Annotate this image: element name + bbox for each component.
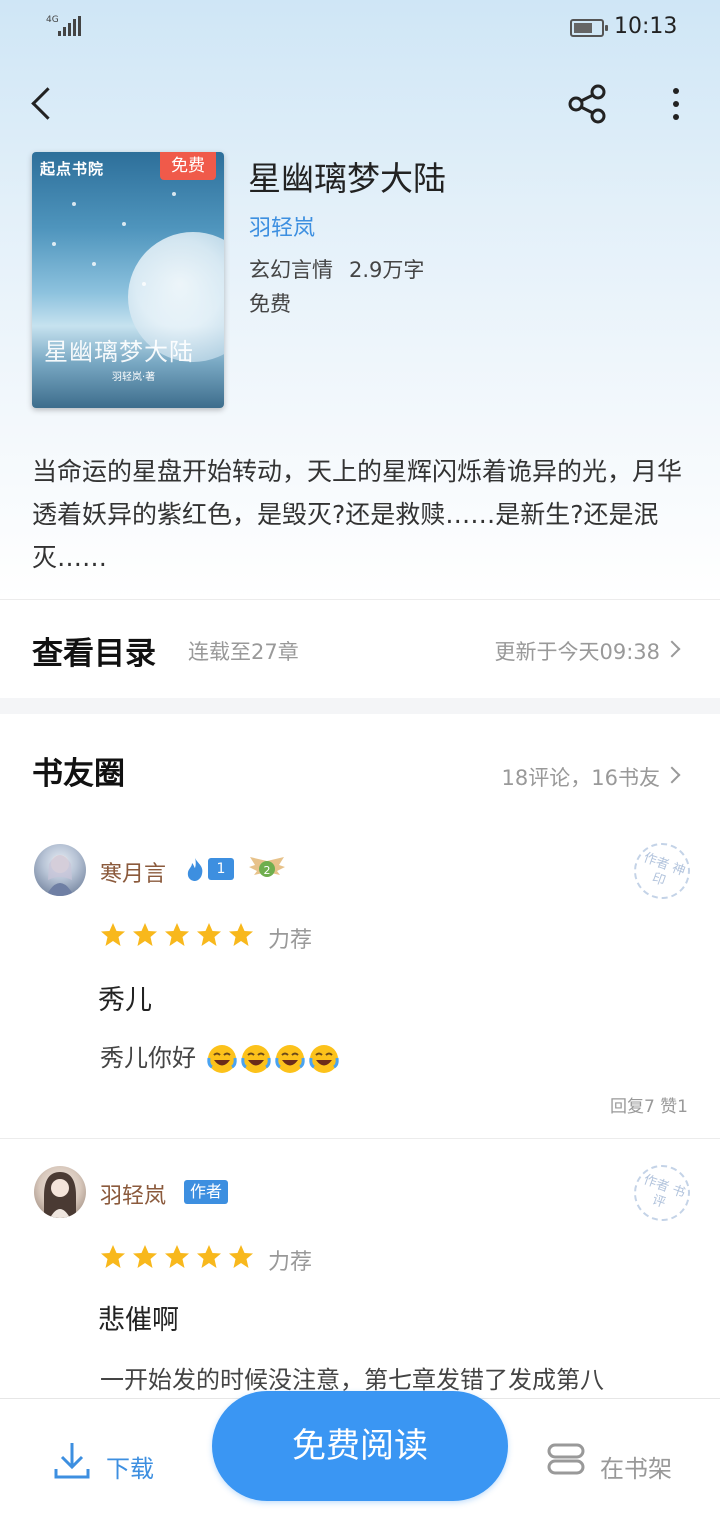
comment-username[interactable]: 羽轻岚	[100, 1178, 166, 1210]
fan-level: 1	[208, 858, 234, 880]
star-icon	[101, 923, 125, 946]
book-title: 星幽璃梦大陆	[248, 159, 446, 198]
star-icon	[229, 1245, 253, 1268]
chevron-right-icon[interactable]	[663, 766, 681, 784]
avatar[interactable]	[34, 1166, 86, 1218]
toc-updated: 更新于今天09:38	[494, 640, 660, 664]
book-meta: 玄幻言情 2.9万字	[249, 254, 440, 284]
laughing-emoji-icon	[274, 1045, 305, 1073]
cover-title: 星幽璃梦大陆	[44, 338, 194, 366]
book-description[interactable]: 当命运的星盘开始转动，天上的星辉闪烁着诡异的光，月华透着妖异的紫红色，是毁灭?还…	[32, 450, 692, 579]
more-options-button[interactable]	[658, 82, 694, 126]
table-of-contents-row[interactable]: 查看目录 连载至27章 更新于今天09:38	[0, 600, 720, 698]
comment-body[interactable]: 秀儿你好	[100, 1038, 340, 1075]
book-author-link[interactable]: 羽轻岚	[249, 210, 315, 242]
status-bar: 4G 10:13	[0, 0, 720, 56]
star-icon	[197, 923, 221, 946]
laughing-emoji-icon	[240, 1045, 271, 1073]
comment-text: 秀儿你好	[100, 1044, 196, 1072]
cover-author: 羽轻岚·著	[112, 372, 156, 383]
wings-badge-icon: 2	[246, 853, 288, 885]
bookshelf-button[interactable]: 在书架	[546, 1439, 696, 1489]
star-rating	[100, 922, 260, 950]
free-badge: 免费	[160, 152, 216, 180]
star-icon	[101, 1245, 125, 1268]
rating-label: 力荐	[268, 928, 313, 953]
laughing-emoji-icon	[206, 1045, 237, 1073]
avatar[interactable]	[34, 844, 86, 896]
avatar-figure	[46, 855, 74, 896]
star-icon	[165, 923, 189, 946]
circle-summary[interactable]: 18评论，16书友	[502, 762, 660, 792]
author-stamp: 作者 书评	[626, 1157, 698, 1229]
download-label: 下载	[106, 1455, 154, 1483]
share-button[interactable]	[566, 82, 610, 126]
author-stamp: 作者 神印	[626, 835, 698, 907]
author-badge: 作者	[184, 1180, 229, 1204]
fan-level-badge: 1	[182, 856, 236, 882]
book-genre: 玄幻言情	[249, 258, 333, 282]
star-icon	[229, 923, 253, 946]
flame-icon	[187, 858, 203, 881]
comment-title[interactable]: 悲催啊	[98, 1298, 179, 1337]
bookshelf-label: 在书架	[600, 1455, 672, 1483]
chevron-right-icon	[663, 640, 681, 658]
cover-logo: 起点书院	[40, 160, 105, 178]
comment-title[interactable]: 秀儿	[98, 978, 152, 1017]
section-gap	[0, 698, 720, 714]
download-icon	[54, 1443, 90, 1479]
book-cover[interactable]: 起点书院 免费 星幽璃梦大陆 羽轻岚·著	[32, 152, 224, 408]
star-icon	[133, 923, 157, 946]
divider	[0, 1138, 720, 1139]
star-rating	[100, 1244, 260, 1272]
rating-label: 力荐	[268, 1250, 313, 1275]
toc-label: 查看目录	[32, 636, 156, 672]
read-free-button[interactable]: 免费阅读	[212, 1391, 508, 1501]
download-button[interactable]: 下载	[52, 1439, 172, 1489]
battery-icon	[570, 19, 608, 37]
circle-title: 书友圈	[32, 756, 125, 792]
comment-username[interactable]: 寒月言	[100, 856, 166, 888]
clock: 10:13	[614, 14, 678, 39]
star-icon	[133, 1245, 157, 1268]
network-type: 4G	[46, 15, 59, 25]
book-word-count: 2.9万字	[349, 258, 425, 282]
share-icon	[568, 84, 606, 124]
star-icon	[197, 1245, 221, 1268]
bottom-action-bar: 下载 免费阅读 在书架	[0, 1391, 720, 1520]
back-button[interactable]	[22, 80, 66, 128]
avatar-figure	[44, 1172, 76, 1218]
toc-status: 连载至27章	[188, 640, 299, 664]
comment-body[interactable]: 一开始发的时候没注意，第七章发错了发成第八	[100, 1360, 690, 1395]
star-icon	[165, 1245, 189, 1268]
wings-level: 2	[264, 864, 271, 877]
book-price: 免费	[249, 292, 291, 316]
comment-stats[interactable]: 回复7 赞1	[610, 1092, 688, 1117]
laughing-emoji-icon	[308, 1045, 339, 1073]
bookshelf-icon	[547, 1443, 585, 1475]
